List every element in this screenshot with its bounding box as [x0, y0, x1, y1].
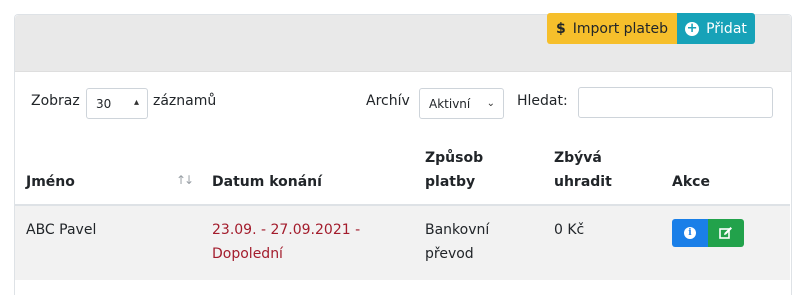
column-header-remaining-line1: Zbývá — [554, 150, 602, 166]
info-button[interactable]: i — [672, 219, 708, 247]
column-header-date[interactable]: Datum konání — [212, 170, 322, 194]
column-header-payment-line1: Způsob — [425, 150, 484, 166]
select-caret-icon: ▴ — [133, 97, 139, 108]
row-payment-line2: převod — [425, 246, 474, 262]
row-name: ABC Pavel — [26, 222, 97, 238]
row-date-line1: 23.09. - 27.09.2021 - — [212, 222, 361, 238]
add-label: Přidat — [706, 20, 747, 37]
column-header-remaining-line2: uhradit — [554, 174, 612, 190]
row-remaining: 0 Kč — [554, 222, 585, 238]
info-icon: i — [684, 227, 696, 239]
edit-button[interactable] — [708, 219, 744, 247]
sort-icon[interactable]: ↑↓ — [176, 173, 194, 187]
page-size-prefix: Zobraz — [31, 93, 80, 109]
row-payment: Bankovní převod — [425, 218, 489, 266]
page-size-value: 30 — [96, 96, 112, 111]
search-input[interactable] — [578, 87, 773, 118]
column-header-payment-line2: platby — [425, 174, 476, 190]
row-date-line2: Dopolední — [212, 246, 283, 262]
dollar-icon: $ — [555, 20, 566, 37]
page-size-suffix: záznamů — [153, 93, 217, 109]
archive-select[interactable]: Aktivní ⌄ — [419, 88, 504, 119]
import-payments-button[interactable]: $ Import plateb — [547, 13, 677, 44]
page-size-select[interactable]: 30 ▴ — [86, 88, 148, 119]
row-payment-line1: Bankovní — [425, 222, 490, 238]
column-header-payment[interactable]: Způsob platby — [425, 146, 483, 194]
chevron-down-icon: ⌄ — [486, 98, 495, 109]
row-date: 23.09. - 27.09.2021 - Dopolední — [212, 218, 360, 266]
archive-label: Archív — [366, 93, 410, 109]
column-header-actions: Akce — [672, 174, 710, 190]
edit-icon — [719, 227, 732, 239]
column-header-remaining[interactable]: Zbývá uhradit — [554, 146, 612, 194]
import-payments-label: Import plateb — [572, 20, 668, 37]
plus-circle-icon: + — [685, 20, 700, 36]
archive-value: Aktivní — [429, 96, 471, 111]
search-label: Hledat: — [517, 93, 568, 109]
add-button[interactable]: + Přidat — [677, 13, 755, 44]
column-header-name[interactable]: Jméno — [26, 170, 75, 194]
